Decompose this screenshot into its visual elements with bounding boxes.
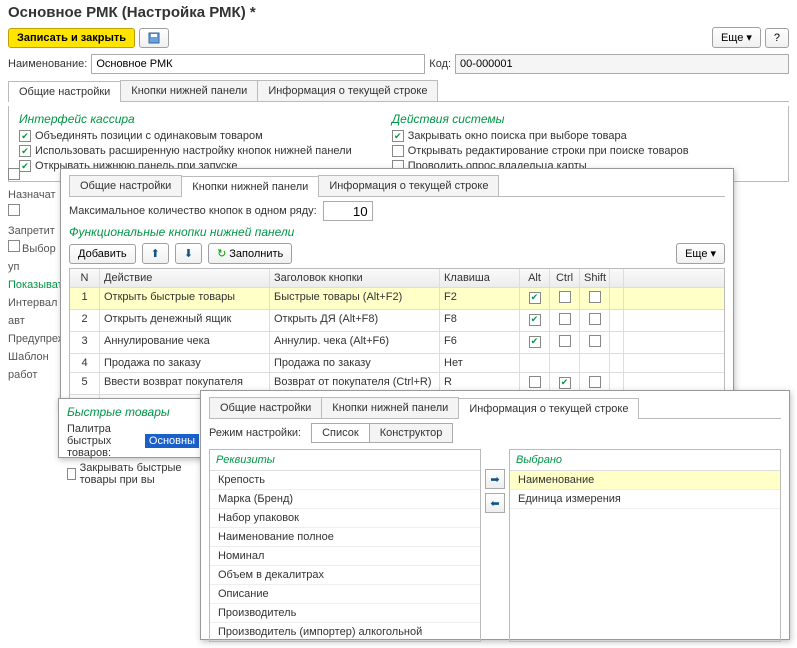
table-row[interactable]: 3Аннулирование чекаАннулир. чека (Alt+F6… — [70, 332, 724, 354]
tab-bottom-buttons[interactable]: Кнопки нижней панели — [120, 80, 258, 101]
col-shift[interactable]: Shift — [580, 269, 610, 287]
checkbox-label: Использовать расширенную настройку кнопо… — [35, 145, 352, 157]
more-button[interactable]: Еще ▾ — [712, 27, 761, 48]
bottom-buttons-panel: Общие настройки Кнопки нижней панели Инф… — [60, 168, 734, 408]
list-item[interactable]: Крепость — [210, 471, 480, 490]
col-ctrl[interactable]: Ctrl — [550, 269, 580, 287]
quick-goods-panel: Быстрые товары Палитра быстрых товаров: … — [58, 398, 208, 458]
grid-checkbox[interactable] — [529, 376, 541, 388]
grid-checkbox[interactable] — [559, 377, 571, 389]
grid-checkbox[interactable] — [589, 313, 601, 325]
help-button[interactable]: ? — [765, 28, 789, 48]
table-row[interactable]: 2Открыть денежный ящикОткрыть ДЯ (Alt+F8… — [70, 310, 724, 332]
more-button-2[interactable]: Еще ▾ — [676, 243, 725, 264]
move-right-button[interactable]: ➡ — [485, 469, 505, 489]
move-left-button[interactable]: ⬅ — [485, 493, 505, 513]
grid-checkbox[interactable] — [559, 291, 571, 303]
quick-goods-title: Быстрые товары — [67, 405, 199, 419]
list-item[interactable]: Наименование — [510, 471, 780, 490]
list-item[interactable]: Описание — [210, 585, 480, 604]
checkbox[interactable] — [19, 145, 31, 157]
row-info-panel: Общие настройки Кнопки нижней панели Инф… — [200, 390, 790, 640]
list-item[interactable]: Производитель (импортер) алкогольной про… — [210, 623, 480, 641]
checkbox[interactable] — [392, 130, 404, 142]
list-item[interactable]: Объем в декалитрах — [210, 566, 480, 585]
col-n[interactable]: N — [70, 269, 100, 287]
mode-label: Режим настройки: — [209, 427, 301, 439]
col-action[interactable]: Действие — [100, 269, 270, 287]
list-item[interactable]: Номинал — [210, 547, 480, 566]
max-buttons-label: Максимальное количество кнопок в одном р… — [69, 205, 317, 217]
name-label: Наименование: — [8, 58, 87, 70]
name-input[interactable] — [91, 54, 425, 74]
requisites-title: Реквизиты — [210, 450, 480, 471]
grid-checkbox[interactable] — [559, 335, 571, 347]
col-key[interactable]: Клавиша — [440, 269, 520, 287]
checkbox-label: Объединять позиции с одинаковым товаром — [35, 130, 263, 142]
save-button[interactable] — [139, 28, 169, 48]
list-item[interactable]: Единица измерения — [510, 490, 780, 509]
chevron-down-icon: ▾ — [746, 31, 752, 44]
close-quick-goods-checkbox[interactable] — [67, 468, 76, 480]
table-row[interactable]: 4Продажа по заказуПродажа по заказуНет — [70, 354, 724, 373]
section-system-actions: Действия системы — [392, 112, 689, 126]
tab-general-2[interactable]: Общие настройки — [69, 175, 182, 196]
tab-bottom-buttons-2[interactable]: Кнопки нижней панели — [181, 176, 319, 197]
tab-row-info[interactable]: Информация о текущей строке — [257, 80, 438, 101]
code-input[interactable] — [455, 54, 789, 74]
tab-bottom-buttons-3[interactable]: Кнопки нижней панели — [321, 397, 459, 418]
add-button[interactable]: Добавить — [69, 244, 136, 264]
grid-checkbox[interactable] — [529, 336, 541, 348]
save-close-button[interactable]: Записать и закрыть — [8, 28, 135, 48]
tab-general[interactable]: Общие настройки — [8, 81, 121, 102]
tab-row-info-2[interactable]: Информация о текущей строке — [318, 175, 499, 196]
code-label: Код: — [429, 58, 451, 70]
grid-checkbox[interactable] — [589, 291, 601, 303]
checkbox[interactable] — [392, 145, 404, 157]
floppy-icon — [148, 32, 160, 44]
tab-general-3[interactable]: Общие настройки — [209, 397, 322, 418]
checkbox-label: Закрывать окно поиска при выборе товара — [408, 130, 627, 142]
move-up-button[interactable]: ⬆ — [142, 243, 169, 264]
col-header[interactable]: Заголовок кнопки — [270, 269, 440, 287]
main-tabs: Общие настройки Кнопки нижней панели Инф… — [8, 80, 789, 102]
page-title: Основное РМК (Настройка РМК) * — [8, 4, 789, 21]
left-cutoff-text: НазначатЗапретитВыбор упПоказыватИнтерва… — [8, 168, 58, 384]
fill-button[interactable]: ↻ Заполнить — [208, 243, 292, 264]
table-row[interactable]: 1Открыть быстрые товарыБыстрые товары (A… — [70, 288, 724, 310]
tab-row-info-3[interactable]: Информация о текущей строке — [458, 398, 639, 419]
col-alt[interactable]: Alt — [520, 269, 550, 287]
grid-checkbox[interactable] — [589, 335, 601, 347]
checkbox-label: Открывать редактирование строки при поис… — [408, 145, 689, 157]
grid-checkbox[interactable] — [529, 314, 541, 326]
list-item[interactable]: Производитель — [210, 604, 480, 623]
grid-checkbox[interactable] — [559, 313, 571, 325]
palette-label: Палитра быстрых товаров: — [67, 423, 141, 459]
section-cashier-ui: Интерфейс кассира — [19, 112, 352, 126]
list-item[interactable]: Наименование полное — [210, 528, 480, 547]
checkbox[interactable] — [19, 130, 31, 142]
grid-checkbox[interactable] — [589, 376, 601, 388]
list-item[interactable]: Марка (Бренд) — [210, 490, 480, 509]
list-item[interactable]: Набор упаковок — [210, 509, 480, 528]
max-buttons-input[interactable] — [323, 201, 373, 221]
move-down-button[interactable]: ⬇ — [175, 243, 202, 264]
func-buttons-title: Функциональные кнопки нижней панели — [69, 225, 725, 239]
close-quick-goods-label: Закрывать быстрые товары при вы — [80, 462, 199, 486]
selected-title: Выбрано — [510, 450, 780, 471]
palette-value[interactable]: Основны — [145, 434, 199, 448]
mode-list[interactable]: Список — [311, 423, 370, 443]
mode-constructor[interactable]: Конструктор — [369, 423, 454, 443]
grid-checkbox[interactable] — [529, 292, 541, 304]
